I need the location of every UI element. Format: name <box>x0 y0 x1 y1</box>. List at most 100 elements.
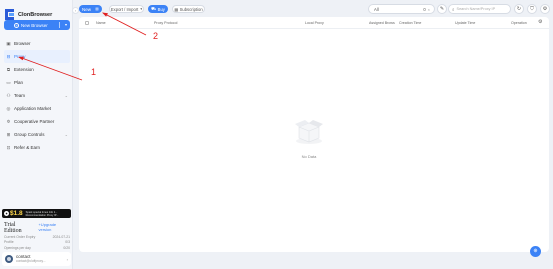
group-icon: ⊞ <box>6 132 11 137</box>
sidebar-item-label: Browser <box>14 41 31 46</box>
partner-icon: ✲ <box>6 119 11 124</box>
plan-row: Profile 0/3 <box>4 240 70 244</box>
sidebar-item-group-controls[interactable]: ⊞ Group Controls ⌄ <box>4 128 70 141</box>
chevron-right-icon: › <box>66 256 68 262</box>
plan-row: Openings per day 0/20 <box>4 246 70 250</box>
promo-text-line2: Recommendation Proxy IP... <box>25 213 59 217</box>
cart-icon: ⛟ <box>151 6 157 11</box>
settings-icon[interactable]: ⚙ <box>540 4 550 14</box>
no-data-text: No Data <box>301 154 317 159</box>
team-icon: ⚇ <box>6 93 11 98</box>
plan-row-value: 2024-07-21 <box>52 235 70 240</box>
sidebar-item-label: Plan <box>14 80 24 85</box>
subscription-button[interactable]: ▦ Subscription <box>172 5 205 13</box>
filter-count: 0 <box>423 6 426 12</box>
annotation-2: 2 <box>153 31 159 41</box>
sidebar-item-application-market[interactable]: ◎ Application Market <box>4 102 70 115</box>
annotation-1: 1 <box>91 67 97 77</box>
search-input[interactable]: ⌕ Search Name/Proxy IP <box>448 4 511 14</box>
new-label: New <box>81 6 91 12</box>
column-local-proxy[interactable]: Local Proxy <box>305 21 324 25</box>
sidebar-item-cooperative-partner[interactable]: ✲ Cooperative Partner <box>4 115 70 128</box>
proxy-icon: ⊟ <box>6 54 11 59</box>
plan-row-label: Current Order Expiry <box>4 235 36 240</box>
sidebar-item-label: Group Controls <box>14 132 45 137</box>
new-proxy-button[interactable]: New ▾ <box>79 5 102 13</box>
sidebar-item-team[interactable]: ⚇ Team ⌄ <box>4 89 70 102</box>
plan-info: Trial Edition +Upgrade version Current O… <box>4 222 70 250</box>
avatar <box>5 255 13 263</box>
sidebar-item-extension[interactable]: ⧉ Extension <box>4 63 70 76</box>
column-creation-time[interactable]: Creation Time <box>399 21 421 25</box>
select-all-checkbox[interactable] <box>85 21 89 25</box>
browser-icon: ▣ <box>6 41 11 46</box>
plan-row-label: Openings per day <box>4 245 31 250</box>
close-icon[interactable]: × <box>428 7 430 12</box>
buy-button[interactable]: ⛟ Buy <box>148 5 168 13</box>
export-label: Export / Import <box>110 6 139 12</box>
sidebar-item-label: Extension <box>14 67 34 72</box>
new-browser-button[interactable]: + New Browser ▾ <box>4 20 70 30</box>
buy-label: Buy <box>157 6 165 12</box>
calendar-icon: ▦ <box>174 6 179 12</box>
plan-row-value: 0/3 <box>65 240 70 245</box>
divider <box>58 22 59 28</box>
chevron-down-icon: ⌄ <box>64 132 68 137</box>
sidebar-item-label: Proxy <box>14 54 26 59</box>
plan-icon: ▭ <box>6 80 11 85</box>
column-name[interactable]: Name <box>96 21 106 25</box>
search-placeholder: Search Name/Proxy IP <box>456 7 496 11</box>
sidebar-item-label: Application Market <box>14 106 52 111</box>
app-name: ClonBrowser <box>18 12 53 18</box>
refresh-icon[interactable]: ↻ <box>514 4 524 14</box>
column-update-time[interactable]: Update Time <box>455 21 475 25</box>
sidebar: ClonBrowser 5.6.3 ‹ + New Browser ▾ ▣ Br… <box>0 0 79 269</box>
promo-text: Spark special times 1ifo 1... Recommenda… <box>26 211 59 217</box>
plan-row-value: 0/20 <box>63 245 70 250</box>
sidebar-item-proxy[interactable]: ⊟ Proxy <box>4 50 70 63</box>
plan-row-label: Profile <box>4 240 14 245</box>
table-header: Name Proxy Protocol Local Proxy Assigned… <box>79 17 549 29</box>
user-account[interactable]: contact contact@cloffproxy... › <box>2 252 71 266</box>
sidebar-item-label: Team <box>14 93 26 98</box>
empty-state: No Data <box>286 117 332 159</box>
gift-icon: ✦ <box>4 210 9 216</box>
plan-row: Current Order Expiry 2024-07-21 <box>4 235 70 239</box>
proxy-table: Name Proxy Protocol Local Proxy Assigned… <box>79 17 549 252</box>
search-icon: ⌕ <box>452 6 455 12</box>
chevron-down-icon: ⌄ <box>64 93 68 98</box>
sidebar-item-label: Cooperative Partner <box>14 119 55 124</box>
column-proxy-protocol[interactable]: Proxy Protocol <box>154 21 177 25</box>
promo-banner[interactable]: ✦ $1.8 Spark special times 1ifo 1... Rec… <box>2 209 71 218</box>
sidebar-item-refer-earn[interactable]: ⊡ Refer & Earn <box>4 141 70 154</box>
chevron-down-icon: ▾ <box>140 7 143 11</box>
empty-box-icon <box>295 120 323 144</box>
sidebar-item-browser[interactable]: ▣ Browser <box>4 37 70 50</box>
subscription-label: Subscription <box>179 6 203 12</box>
edit-icon[interactable]: ✎ <box>437 4 447 14</box>
filter-value: All <box>374 6 379 12</box>
market-icon: ◎ <box>6 106 11 111</box>
app-window: ClonBrowser 5.6.3 ‹ + New Browser ▾ ▣ Br… <box>0 0 553 269</box>
upgrade-link[interactable]: +Upgrade version <box>38 222 70 232</box>
extension-icon: ⧉ <box>6 67 11 72</box>
sidebar-item-plan[interactable]: ▭ Plan <box>4 76 70 89</box>
export-import-button[interactable]: Export / Import ▾ <box>109 5 144 13</box>
plus-icon: + <box>14 22 19 28</box>
promo-price: $1.8 <box>10 210 23 217</box>
column-assigned-brows[interactable]: Assigned Brows <box>369 21 395 25</box>
sidebar-item-label: Refer & Earn <box>14 145 41 150</box>
sidebar-nav: ▣ Browser ⊟ Proxy ⧉ Extension ▭ Plan ⚇ T… <box>4 37 70 154</box>
chevron-down-icon[interactable]: ▾ <box>95 7 99 11</box>
column-settings-icon[interactable]: ⚙ <box>538 19 542 25</box>
chevron-down-icon[interactable]: ▾ <box>65 22 67 27</box>
filter-icon[interactable]: ⛉ <box>527 4 537 14</box>
plan-name: Trial Edition <box>4 222 22 234</box>
user-email: contact@cloffproxy... <box>16 259 46 263</box>
column-operation: Operation <box>511 21 527 25</box>
refer-icon: ⊡ <box>6 145 11 150</box>
new-browser-label: New Browser <box>21 22 48 28</box>
collapse-sidebar-icon[interactable]: ‹ <box>72 7 79 14</box>
filter-select[interactable]: All 0 × <box>368 4 435 14</box>
help-button[interactable]: ⊕ <box>530 246 541 257</box>
